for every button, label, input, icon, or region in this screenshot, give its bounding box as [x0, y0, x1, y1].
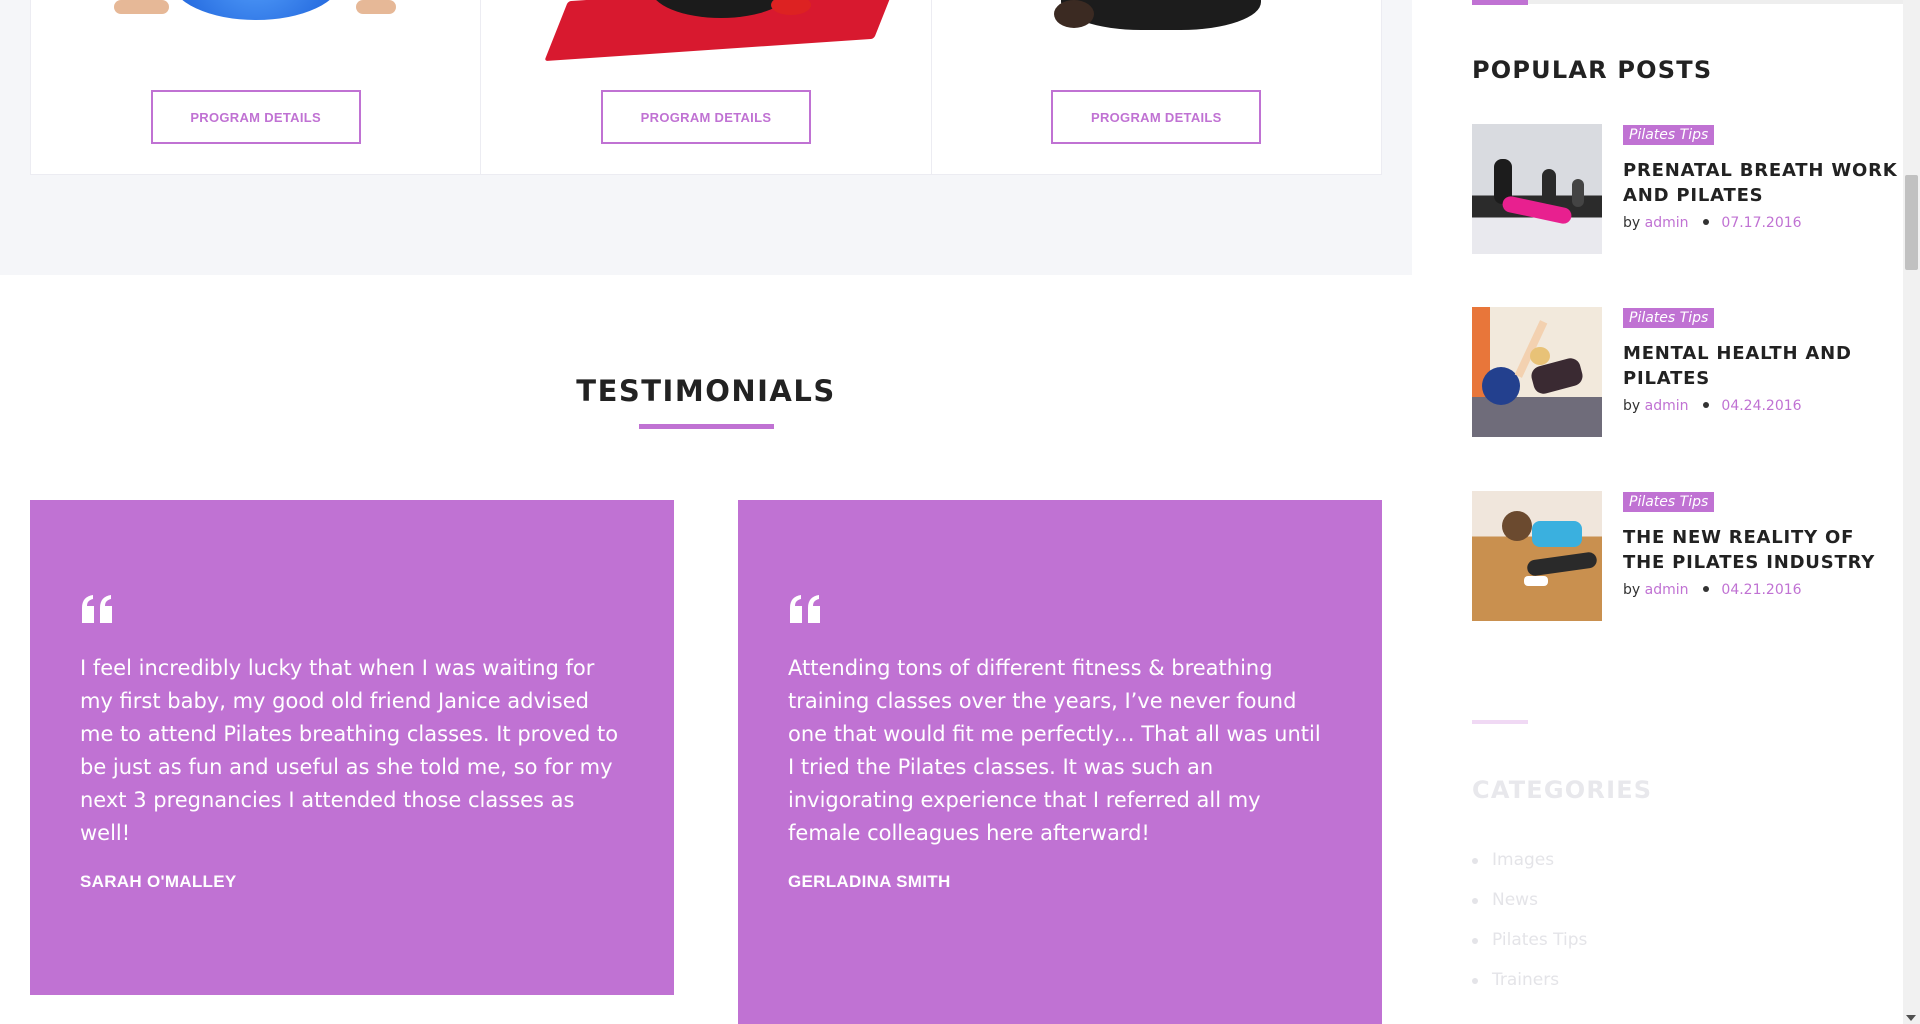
post-thumbnail[interactable] [1472, 307, 1602, 437]
program-details-button[interactable]: PROGRAM DETAILS [600, 90, 811, 144]
page-scrollbar[interactable] [1903, 0, 1920, 1024]
scroll-down-arrow-icon[interactable] [1906, 1015, 1916, 1021]
post-meta: by admin 04.21.2016 [1623, 582, 1802, 598]
category-link[interactable]: Pilates Tips [1472, 926, 1587, 966]
post-thumbnail[interactable] [1472, 491, 1602, 621]
program-image [96, 0, 416, 55]
scrollbar-thumb[interactable] [1905, 175, 1918, 270]
popular-post: Pilates Tips MENTAL HEALTH AND PILATES b… [1472, 307, 1902, 437]
post-title-link[interactable]: MENTAL HEALTH AND PILATES [1623, 341, 1903, 391]
meta-separator-dot [1702, 586, 1709, 592]
post-author-link[interactable]: admin [1645, 398, 1689, 414]
program-card: PROGRAM DETAILS [31, 0, 482, 174]
meta-separator-dot [1702, 402, 1709, 408]
widget-divider [1472, 0, 1908, 4]
testimonial-author: GERLADINA SMITH [788, 872, 951, 891]
post-author-link[interactable]: admin [1645, 215, 1689, 231]
post-meta: by admin 04.24.2016 [1623, 398, 1802, 414]
post-thumbnail[interactable] [1472, 124, 1602, 254]
categories-list: Images News Pilates Tips Trainers [1472, 846, 1587, 1006]
quote-icon [82, 595, 112, 623]
categories-heading: CATEGORIES [1472, 776, 1653, 804]
post-author-link[interactable]: admin [1645, 582, 1689, 598]
testimonial-card: Attending tons of different fitness & br… [738, 500, 1382, 1024]
heading-underline [639, 424, 774, 429]
quote-icon [790, 595, 820, 623]
category-link[interactable]: News [1472, 886, 1587, 926]
post-date-link[interactable]: 04.21.2016 [1721, 582, 1801, 598]
post-title-link[interactable]: PRENATAL BREATH WORK AND PILATES [1623, 158, 1903, 208]
programs-row: PROGRAM DETAILS PROGRAM DETAILS PROGRAM … [30, 0, 1382, 175]
popular-post: Pilates Tips THE NEW REALITY OF THE PILA… [1472, 491, 1902, 621]
program-image [1006, 0, 1306, 55]
post-title-link[interactable]: THE NEW REALITY OF THE PILATES INDUSTRY [1623, 525, 1903, 575]
testimonials-heading: TESTIMONIALS [576, 374, 836, 408]
category-link[interactable]: Trainers [1472, 966, 1587, 1006]
testimonial-text: Attending tons of different fitness & br… [788, 656, 1321, 845]
post-by-label: by [1623, 215, 1641, 231]
category-link[interactable]: Images [1472, 846, 1587, 886]
testimonial-author: SARAH O'MALLEY [80, 872, 237, 891]
testimonial-text: I feel incredibly lucky that when I was … [80, 656, 619, 845]
widget-divider-accent [1472, 720, 1528, 724]
program-card: PROGRAM DETAILS [932, 0, 1381, 174]
meta-separator-dot [1702, 219, 1709, 225]
post-meta: by admin 07.17.2016 [1623, 215, 1802, 231]
program-image [536, 0, 898, 62]
post-category-badge[interactable]: Pilates Tips [1623, 492, 1715, 512]
sidebar: POPULAR POSTS Pilates Tips PRENATAL BREA… [1472, 0, 1908, 1024]
post-by-label: by [1623, 582, 1641, 598]
widget-divider-accent [1472, 0, 1528, 5]
popular-posts-heading: POPULAR POSTS [1472, 56, 1713, 84]
program-card: PROGRAM DETAILS [481, 0, 932, 174]
post-category-badge[interactable]: Pilates Tips [1623, 125, 1715, 145]
popular-post: Pilates Tips PRENATAL BREATH WORK AND PI… [1472, 124, 1902, 254]
testimonial-card: I feel incredibly lucky that when I was … [30, 500, 674, 995]
programs-section: PROGRAM DETAILS PROGRAM DETAILS PROGRAM … [0, 0, 1412, 275]
post-by-label: by [1623, 398, 1641, 414]
post-date-link[interactable]: 04.24.2016 [1721, 398, 1801, 414]
post-date-link[interactable]: 07.17.2016 [1721, 215, 1801, 231]
post-category-badge[interactable]: Pilates Tips [1623, 308, 1715, 328]
program-details-button[interactable]: PROGRAM DETAILS [1051, 90, 1262, 144]
program-details-button[interactable]: PROGRAM DETAILS [150, 90, 361, 144]
